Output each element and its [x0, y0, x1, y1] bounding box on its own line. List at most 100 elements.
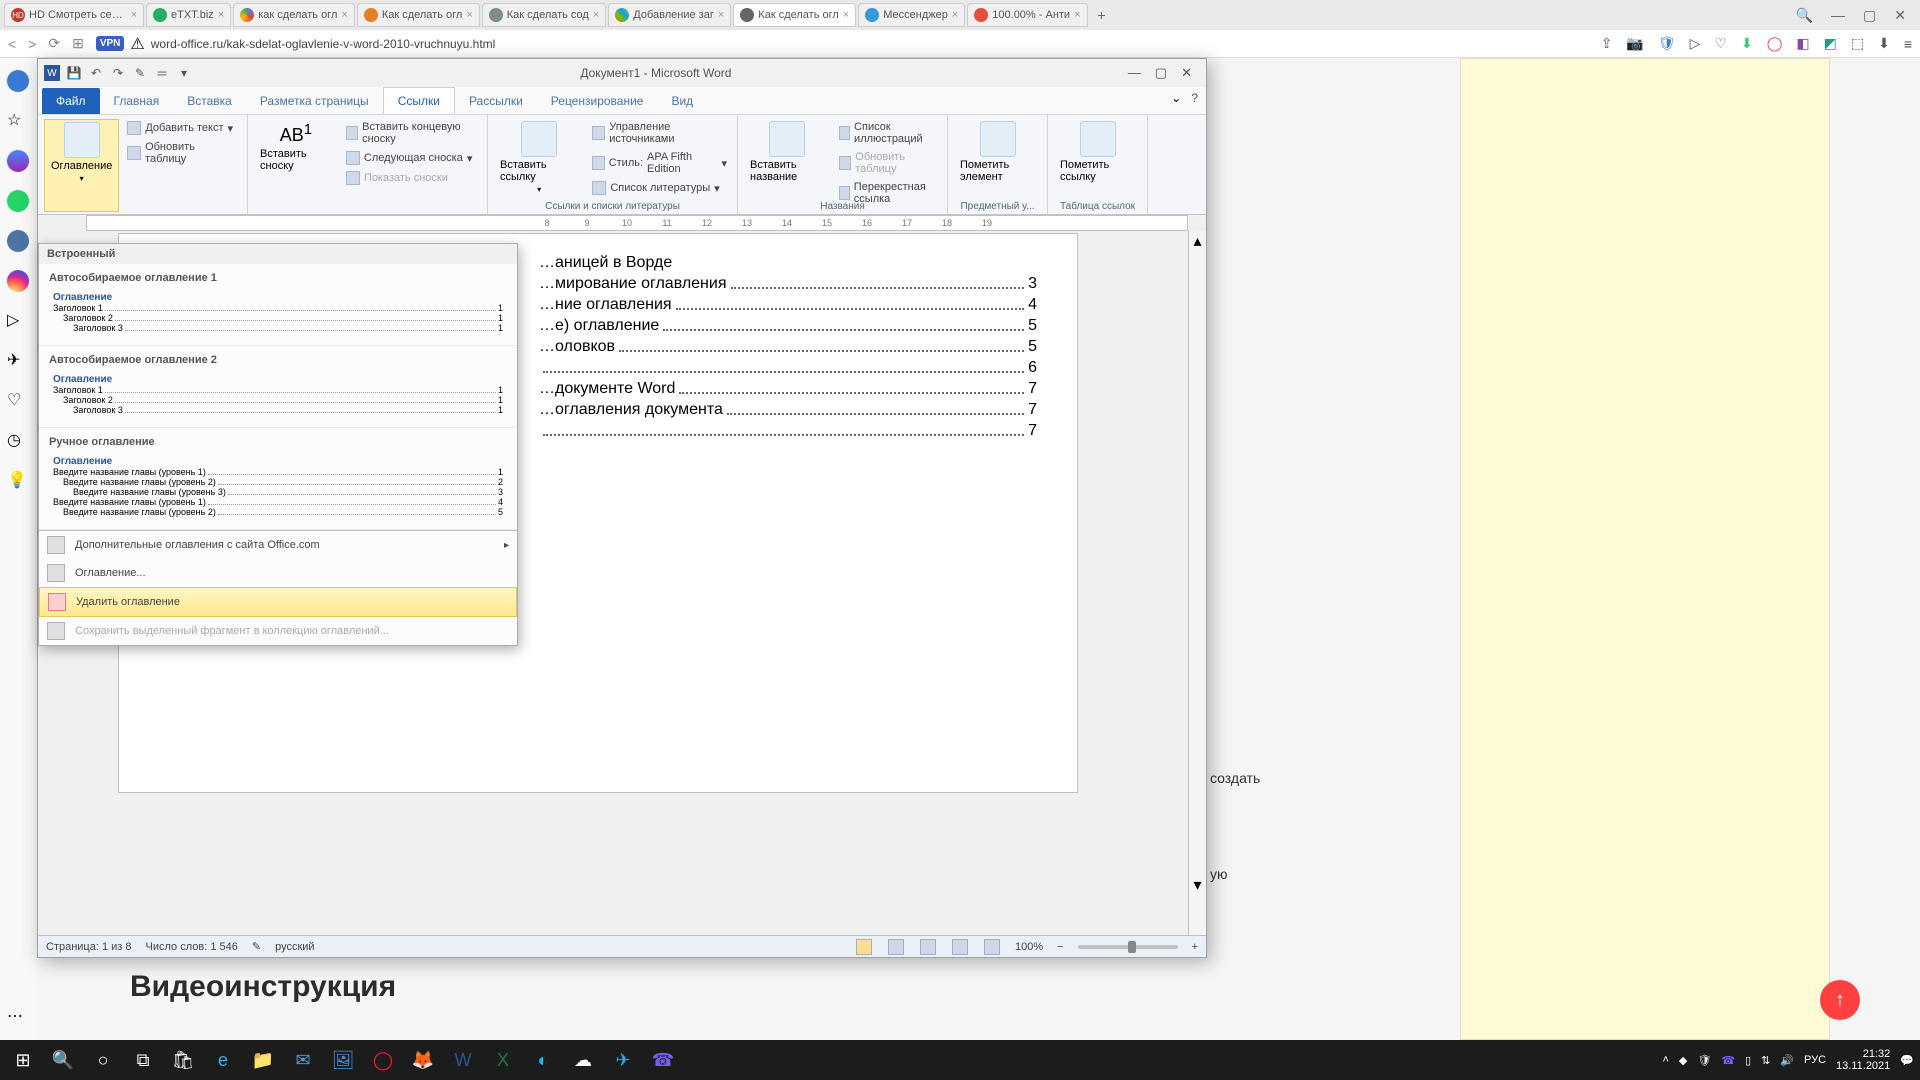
references-tab[interactable]: Ссылки	[383, 87, 455, 114]
draft-view-icon[interactable]	[984, 939, 1000, 955]
toc-button[interactable]: Оглавление ▾	[44, 119, 119, 212]
show-notes-button[interactable]: Показать сноски	[342, 169, 481, 187]
tray-security-icon[interactable]: 🛡	[1697, 1054, 1711, 1067]
vertical-scrollbar[interactable]: ▴ ▾	[1188, 231, 1206, 935]
tray-network-icon[interactable]: ⇅	[1761, 1054, 1770, 1067]
viber-icon[interactable]: ☎	[646, 1043, 680, 1077]
home-icon[interactable]	[7, 70, 29, 92]
close-icon[interactable]: ×	[593, 9, 599, 21]
citation-style-dropdown[interactable]: Стиль: APA Fifth Edition ▾	[588, 149, 731, 177]
qat-dropdown-icon[interactable]: ▾	[176, 65, 192, 81]
word-icon[interactable]: W	[446, 1043, 480, 1077]
firefox-icon[interactable]: 🦊	[406, 1043, 440, 1077]
update-figures-button[interactable]: Обновить таблицу	[835, 149, 941, 177]
print-layout-view-icon[interactable]	[856, 939, 872, 955]
tray-clock[interactable]: 21:32 13.11.2021	[1836, 1048, 1890, 1072]
player-icon[interactable]: ▷	[7, 310, 29, 332]
cloud-icon[interactable]: ☁	[566, 1043, 600, 1077]
toc-auto2-item[interactable]: Автособираемое оглавление 2 Оглавление З…	[39, 346, 517, 428]
browser-tab[interactable]: Добавление заг×	[608, 3, 731, 27]
forward-icon[interactable]: >	[28, 36, 36, 52]
browser-tab[interactable]: Мессенджер×	[858, 3, 965, 27]
action-center-icon[interactable]: 💬	[1900, 1054, 1914, 1067]
tray-battery-icon[interactable]: ▯	[1745, 1054, 1751, 1067]
close-icon[interactable]: ×	[718, 9, 724, 21]
downloads-icon[interactable]: ⬇	[1878, 35, 1890, 52]
toc-manual-item[interactable]: Ручное оглавление Оглавление Введите наз…	[39, 428, 517, 530]
zoom-in-icon[interactable]: +	[1192, 941, 1198, 953]
next-footnote-button[interactable]: Следующая сноска ▾	[342, 149, 481, 167]
telegram-icon[interactable]: ✈	[606, 1043, 640, 1077]
more-from-office-item[interactable]: Дополнительные оглавления с сайта Office…	[39, 531, 517, 559]
browser-tab-active[interactable]: Как сделать огл×	[733, 3, 856, 27]
instagram-icon[interactable]	[7, 270, 29, 292]
start-button[interactable]: ⊞	[6, 1043, 40, 1077]
maximize-icon[interactable]: ▢	[1863, 7, 1876, 24]
close-icon[interactable]: ✕	[1181, 65, 1192, 81]
tray-volume-icon[interactable]: 🔊	[1780, 1054, 1794, 1067]
horizontal-ruler[interactable]: 8 9 10 11 12 13 14 15 16 17 18 19	[86, 215, 1188, 231]
export-icon[interactable]: ⇪	[1601, 35, 1613, 52]
browser-tab[interactable]: Как сделать сод×	[482, 3, 607, 27]
review-tab[interactable]: Рецензирование	[537, 88, 658, 114]
close-icon[interactable]: ×	[131, 9, 137, 21]
new-tab-button[interactable]: +	[1090, 3, 1114, 27]
web-layout-view-icon[interactable]	[920, 939, 936, 955]
close-icon[interactable]: ×	[466, 9, 472, 21]
excel-icon[interactable]: X	[486, 1043, 520, 1077]
send-icon[interactable]: ✈	[7, 350, 29, 372]
tray-app-icon[interactable]: ◆	[1679, 1054, 1687, 1067]
close-icon[interactable]: ×	[218, 9, 224, 21]
layout-tab[interactable]: Разметка страницы	[246, 88, 383, 114]
minimize-icon[interactable]: —	[1831, 7, 1845, 23]
help-icon[interactable]: ?	[1191, 91, 1198, 105]
equals-icon[interactable]: ＝	[154, 65, 170, 81]
mailings-tab[interactable]: Рассылки	[455, 88, 537, 114]
browser-tab[interactable]: HDHD Смотреть сериа×	[4, 3, 144, 27]
view-tab[interactable]: Вид	[657, 88, 707, 114]
collapse-ribbon-icon[interactable]: ⌄	[1171, 91, 1181, 105]
heart-icon[interactable]: ♡	[1714, 35, 1727, 52]
play-icon[interactable]: ▷	[1690, 35, 1701, 52]
opera-icon[interactable]: ◯	[1767, 35, 1783, 52]
tray-viber-icon[interactable]: ☎	[1721, 1054, 1735, 1067]
browser-tab[interactable]: как сделать огл×	[233, 3, 355, 27]
outline-view-icon[interactable]	[952, 939, 968, 955]
custom-toc-item[interactable]: Оглавление...	[39, 559, 517, 587]
extension-icon[interactable]: ◩	[1824, 35, 1837, 52]
word-count[interactable]: Число слов: 1 546	[146, 941, 238, 953]
download-icon[interactable]: ⬇	[1741, 35, 1753, 52]
heart-icon[interactable]: ♡	[7, 390, 29, 412]
extension-icon[interactable]: ◧	[1796, 35, 1809, 52]
insert-endnote-button[interactable]: Вставить концевую сноску	[342, 119, 481, 147]
mark-entry-button[interactable]: Пометить элемент	[954, 119, 1041, 185]
browser-tab[interactable]: eTXT.biz×	[146, 3, 231, 27]
more-icon[interactable]: ⋯	[7, 1006, 29, 1028]
reload-icon[interactable]: ⟳	[48, 35, 60, 52]
insert-citation-button[interactable]: Вставить ссылку ▾	[494, 119, 584, 212]
history-icon[interactable]: ◷	[7, 430, 29, 452]
close-icon[interactable]: ×	[341, 9, 347, 21]
home-tab[interactable]: Главная	[100, 88, 174, 114]
minimize-icon[interactable]: —	[1128, 65, 1141, 81]
tray-language[interactable]: РУС	[1804, 1054, 1826, 1066]
language-status[interactable]: русский	[275, 941, 314, 953]
mark-citation-button[interactable]: Пометить ссылку	[1054, 119, 1141, 185]
close-icon[interactable]: ×	[952, 9, 958, 21]
close-icon[interactable]: ✕	[1894, 7, 1906, 24]
grid-icon[interactable]: ⊞	[72, 35, 84, 52]
file-tab[interactable]: Файл	[42, 88, 100, 114]
remove-toc-item[interactable]: Удалить оглавление	[39, 587, 517, 617]
word-app-icon[interactable]: W	[44, 65, 60, 81]
save-icon[interactable]: 💾	[66, 65, 82, 81]
zoom-out-icon[interactable]: −	[1057, 941, 1063, 953]
cube-icon[interactable]: ⬚	[1851, 35, 1864, 52]
reading-view-icon[interactable]	[888, 939, 904, 955]
ie-icon[interactable]: e	[206, 1043, 240, 1077]
brush-icon[interactable]: ✎	[132, 65, 148, 81]
insert-tab[interactable]: Вставка	[173, 88, 246, 114]
mail-icon[interactable]: ✉	[286, 1043, 320, 1077]
store-icon[interactable]: 🛍	[166, 1043, 200, 1077]
insert-footnote-button[interactable]: AB1 Вставить сноску	[254, 119, 338, 212]
page-count[interactable]: Страница: 1 из 8	[46, 941, 132, 953]
